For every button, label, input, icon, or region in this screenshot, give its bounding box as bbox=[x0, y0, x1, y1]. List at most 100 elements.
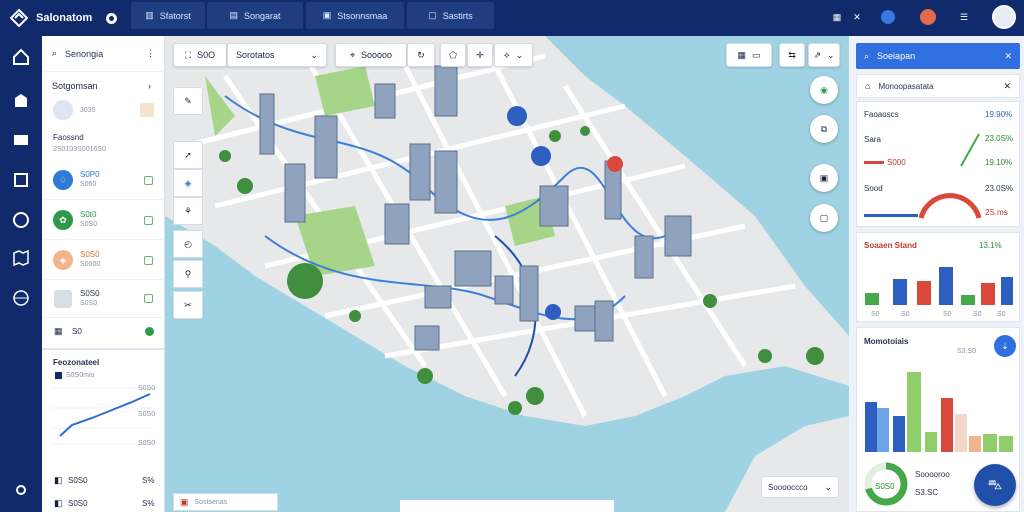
row-icon: ◧ bbox=[54, 498, 63, 508]
scissors-tool[interactable]: ✂ bbox=[173, 291, 203, 319]
grid-icon[interactable]: ▦ bbox=[829, 9, 845, 25]
layers-icon[interactable] bbox=[10, 169, 32, 191]
plus-icon: ⇣ bbox=[1001, 340, 1009, 351]
cursor-icon: ➚ bbox=[184, 149, 192, 160]
checkbox[interactable] bbox=[144, 176, 153, 185]
shape-button[interactable]: ⬠ bbox=[440, 43, 466, 67]
map-icon[interactable] bbox=[10, 247, 32, 269]
select-tool[interactable]: ➚ bbox=[173, 141, 203, 169]
subheader[interactable]: ⌂ Monoopasatata ✕ bbox=[856, 74, 1020, 98]
info-button[interactable]: ▢ bbox=[810, 204, 838, 232]
bar-chart bbox=[865, 267, 1013, 305]
crosshair-icon: ✛ bbox=[476, 49, 484, 60]
close-icon[interactable]: ✕ bbox=[849, 9, 865, 25]
search-bar[interactable]: ⌕ Senongia ⋮ bbox=[42, 36, 165, 72]
share-button[interactable]: ⇆ bbox=[779, 43, 805, 67]
bottom-card-title: Momotoiais bbox=[864, 337, 909, 346]
list-item[interactable]: S0S0 S0S0 bbox=[42, 280, 165, 318]
chevron-right-icon[interactable]: › bbox=[148, 81, 151, 91]
row-value: S% bbox=[142, 476, 155, 485]
tab-label: Songarat bbox=[243, 10, 281, 21]
list-item[interactable]: ♢ S0P0 S060 bbox=[42, 160, 165, 200]
vehicle-fab[interactable]: ⛍ bbox=[974, 464, 1016, 506]
settings-icon[interactable] bbox=[10, 479, 32, 501]
dropdown-label: Sorotatos bbox=[236, 50, 275, 60]
scissors-icon: ✂ bbox=[184, 299, 192, 310]
pen-icon: ✎ bbox=[184, 95, 192, 106]
search-label: Soeiapan bbox=[877, 51, 916, 61]
tab-icon: ▣ bbox=[322, 10, 332, 20]
notification-icon[interactable] bbox=[920, 9, 936, 25]
map-type-dropdown[interactable]: ⛶ S0O bbox=[173, 43, 227, 67]
bottom-card-value: S3.S0 bbox=[957, 348, 977, 355]
close-icon[interactable]: ✕ bbox=[1004, 51, 1012, 62]
map-canvas[interactable] bbox=[165, 36, 849, 512]
layers-button[interactable]: ⧉ bbox=[810, 115, 838, 143]
tab-2[interactable]: ▤ Songarat bbox=[207, 2, 303, 29]
item-value: 3035 bbox=[80, 107, 96, 114]
clock-tool[interactable]: ◴ bbox=[173, 230, 203, 258]
leaf-icon: ✿ bbox=[53, 210, 73, 230]
ruler-icon: ⟡ bbox=[503, 49, 510, 60]
item-title: S0t0 bbox=[80, 210, 97, 219]
marker-icon: ◈ bbox=[184, 177, 192, 188]
stats-graphic bbox=[918, 133, 982, 219]
lock-icon: ◈ bbox=[53, 250, 73, 270]
tab-3[interactable]: ▣ Stsonnsmaa bbox=[306, 2, 404, 29]
app-title: Salonatom bbox=[36, 12, 93, 24]
camera-icon: ▣ bbox=[819, 172, 829, 183]
brand[interactable]: Salonatom bbox=[10, 7, 118, 29]
menu-icon[interactable]: ☰ bbox=[956, 9, 972, 25]
donut-sub: S3.SC bbox=[915, 488, 939, 497]
clock-icon: ◴ bbox=[184, 238, 192, 249]
item-value: S060 bbox=[80, 181, 97, 188]
pin-icon: ⌖ bbox=[349, 49, 356, 60]
basemap-select[interactable]: Sooooccco ⌄ bbox=[761, 476, 839, 498]
scale-label[interactable]: ▣ Sostsenas bbox=[173, 493, 278, 511]
tab-label: Stsonnsmaa bbox=[337, 10, 388, 21]
bar-label: S0 bbox=[901, 311, 910, 318]
export-dropdown[interactable]: ⇗ ⌄ bbox=[808, 43, 840, 67]
map-icon: ⛶ bbox=[184, 49, 192, 60]
chat-icon[interactable] bbox=[880, 9, 896, 25]
flag-icon[interactable] bbox=[10, 129, 32, 151]
locate-button[interactable]: ◉ bbox=[810, 76, 838, 104]
pin-tool[interactable]: ⚲ bbox=[173, 260, 203, 288]
more-icon[interactable]: ⋮ bbox=[146, 48, 155, 59]
list-item[interactable]: ✿ S0t0 S0S0 bbox=[42, 200, 165, 240]
export-icon: ⇗ bbox=[813, 49, 821, 60]
logo-icon bbox=[10, 9, 28, 27]
draw-tool[interactable]: ✎ bbox=[173, 87, 203, 115]
checkbox[interactable] bbox=[144, 294, 153, 303]
compass-icon[interactable] bbox=[10, 209, 32, 231]
list-item[interactable]: ◈ S0S0 S0000 bbox=[42, 240, 165, 280]
layer-field[interactable]: ⌖ Sooooo bbox=[335, 43, 407, 67]
camera-button[interactable]: ▣ bbox=[810, 164, 838, 192]
avatar[interactable] bbox=[992, 5, 1016, 29]
rotate-button[interactable]: ↻ bbox=[407, 43, 435, 67]
record-icon bbox=[106, 12, 118, 24]
home-icon[interactable] bbox=[10, 46, 32, 68]
marker-tool[interactable]: ◈ bbox=[173, 169, 203, 197]
item-title: S0S0 bbox=[80, 289, 100, 298]
globe-icon[interactable] bbox=[10, 287, 32, 309]
filter-dropdown[interactable]: Sorotatos ⌄ bbox=[227, 43, 327, 67]
measure-dropdown[interactable]: ⟡ ⌄ bbox=[494, 43, 533, 67]
close-icon[interactable]: ✕ bbox=[1003, 81, 1011, 92]
route-tool[interactable]: ⚘ bbox=[173, 197, 203, 225]
tab-1[interactable]: ▥ Sfatorst bbox=[131, 2, 205, 29]
add-button[interactable]: ⇣ bbox=[994, 335, 1016, 357]
checkbox[interactable] bbox=[144, 216, 153, 225]
view-toggle[interactable]: ▦ ▭ bbox=[726, 43, 772, 67]
bar-label: S0 bbox=[997, 311, 1006, 318]
right-search-bar[interactable]: ⌕ Soeiapan ✕ bbox=[856, 43, 1020, 69]
item-title: S0P0 bbox=[80, 170, 100, 179]
building-icon[interactable] bbox=[10, 89, 32, 111]
tab-icon: ▢ bbox=[428, 10, 437, 20]
tab-4[interactable]: ▢ Sastirts bbox=[407, 2, 494, 29]
chevron-down-icon: ⌄ bbox=[310, 49, 318, 60]
tab-icon: ▥ bbox=[145, 10, 154, 20]
crosshair-button[interactable]: ✛ bbox=[467, 43, 493, 67]
checkbox[interactable] bbox=[144, 256, 153, 265]
chevron-down-icon: ⌄ bbox=[827, 49, 835, 60]
